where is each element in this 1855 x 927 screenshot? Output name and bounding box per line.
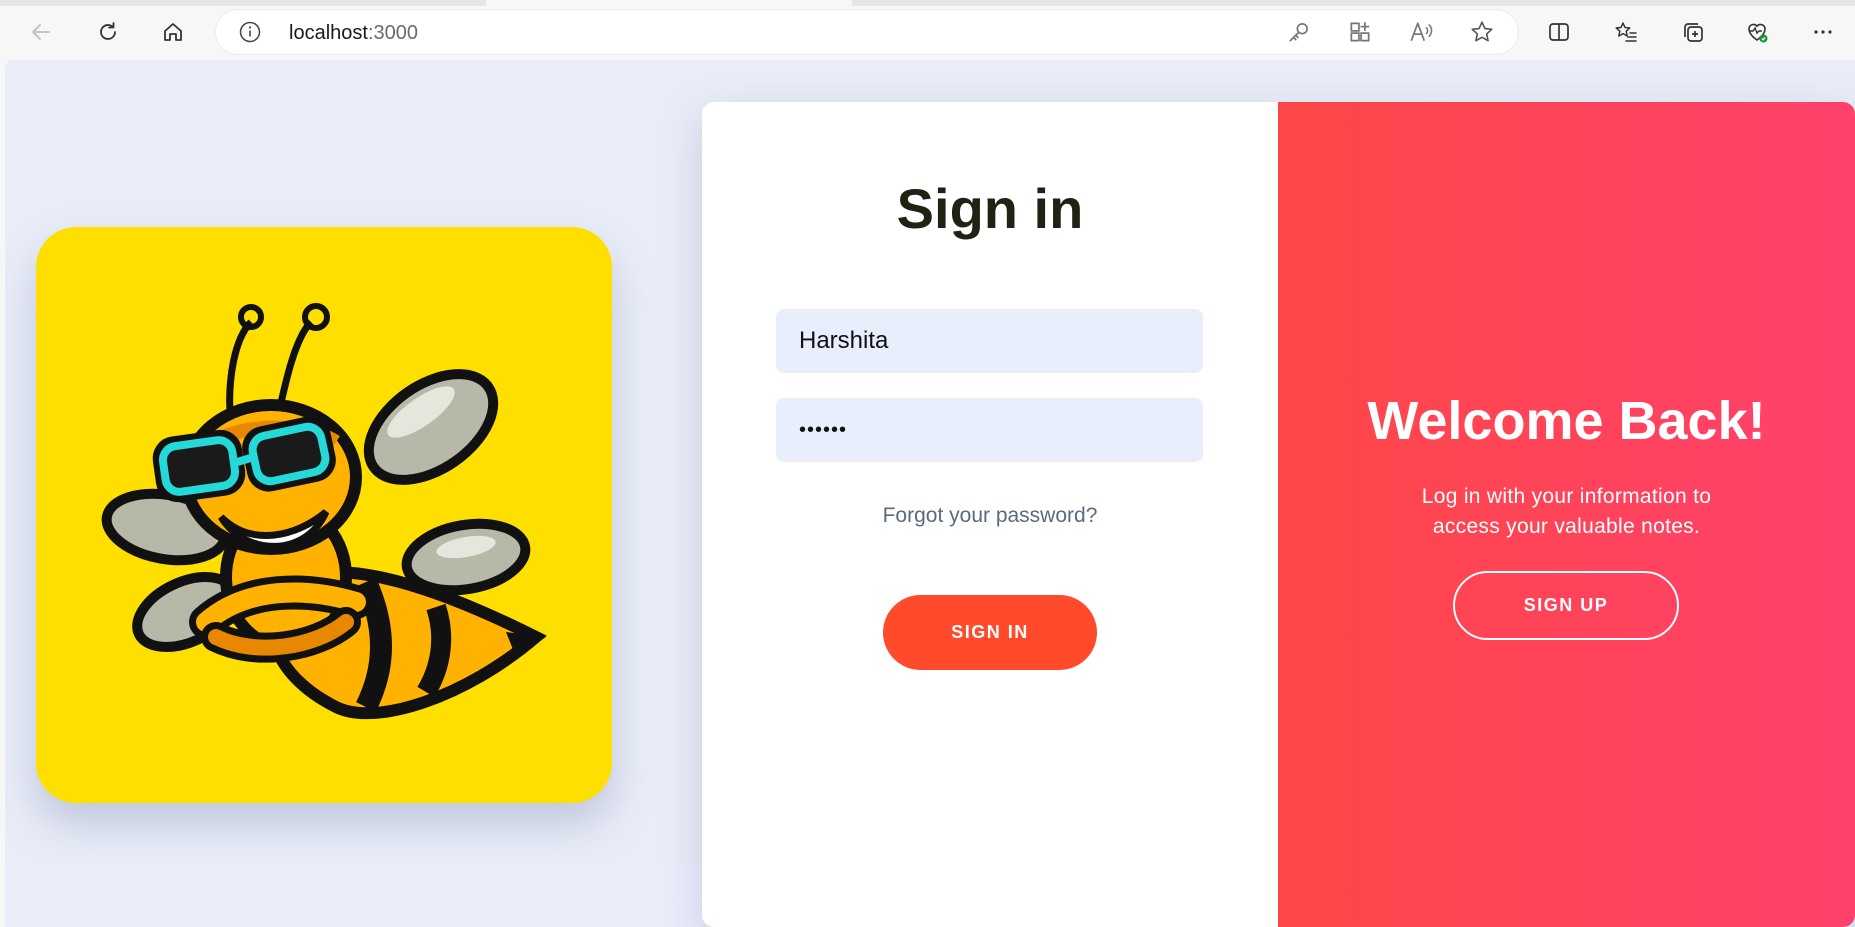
home-button[interactable] bbox=[155, 14, 191, 50]
read-aloud-icon[interactable] bbox=[1408, 19, 1434, 45]
page-viewport: Sign in Forgot your password? SIGN IN We… bbox=[5, 60, 1855, 927]
key-icon[interactable] bbox=[1286, 19, 1312, 45]
welcome-subtitle: Log in with your information to access y… bbox=[1421, 485, 1712, 538]
home-icon bbox=[164, 23, 182, 41]
browser-essentials-button[interactable] bbox=[1739, 14, 1775, 50]
browser-essentials-icon bbox=[1748, 23, 1768, 43]
back-button[interactable] bbox=[23, 14, 59, 50]
apps-icon[interactable] bbox=[1347, 19, 1373, 45]
address-bar[interactable]: localhost:3000 bbox=[216, 10, 1518, 54]
favorites-icon bbox=[1615, 22, 1637, 42]
welcome-title: Welcome Back! bbox=[1367, 391, 1766, 451]
collections-button[interactable] bbox=[1675, 14, 1711, 50]
url-text[interactable]: localhost:3000 bbox=[289, 22, 418, 45]
url-host: localhost bbox=[289, 22, 368, 44]
more-icon bbox=[1814, 30, 1832, 34]
signin-panel: Sign in Forgot your password? SIGN IN bbox=[702, 102, 1278, 927]
favorites-button[interactable] bbox=[1608, 14, 1644, 50]
logo-card bbox=[36, 227, 612, 803]
signin-title: Sign in bbox=[896, 177, 1084, 240]
signin-button[interactable]: SIGN IN bbox=[883, 595, 1097, 670]
collections-icon bbox=[1684, 23, 1703, 42]
back-icon bbox=[32, 24, 50, 40]
welcome-overlay-panel: Welcome Back! Log in with your informati… bbox=[1278, 102, 1855, 927]
forgot-password-link[interactable]: Forgot your password? bbox=[702, 504, 1278, 528]
auth-container: Sign in Forgot your password? SIGN IN We… bbox=[702, 102, 1855, 927]
split-screen-icon bbox=[1549, 23, 1569, 41]
site-info-icon[interactable] bbox=[238, 20, 262, 44]
password-field[interactable] bbox=[776, 398, 1203, 462]
browser-toolbar: localhost:3000 bbox=[0, 6, 1855, 58]
favorite-star-icon[interactable] bbox=[1469, 19, 1495, 45]
refresh-icon bbox=[100, 22, 116, 40]
more-button[interactable] bbox=[1805, 14, 1841, 50]
refresh-button[interactable] bbox=[90, 14, 126, 50]
signup-button[interactable]: SIGN UP bbox=[1453, 571, 1679, 640]
username-field[interactable] bbox=[776, 309, 1203, 373]
background-band bbox=[5, 864, 702, 927]
split-screen-button[interactable] bbox=[1541, 14, 1577, 50]
bee-mascot-icon bbox=[101, 303, 547, 720]
url-port: :3000 bbox=[367, 22, 418, 44]
